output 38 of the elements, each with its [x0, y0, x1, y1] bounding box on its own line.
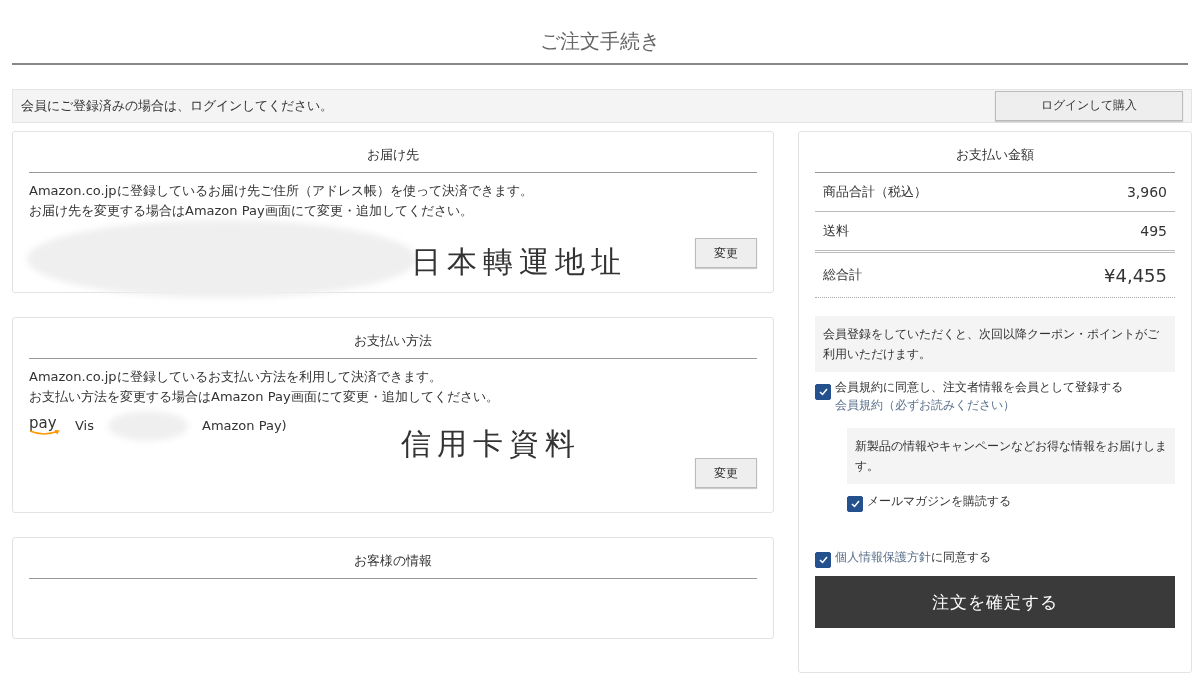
annotation-text: 日本轉運地址 — [411, 243, 627, 281]
login-message: 会員にご登録済みの場合は、ログインしてください。 — [21, 96, 333, 115]
checkbox[interactable] — [847, 496, 863, 512]
description-text: お支払い方法を変更する場合はAmazon Pay画面にて変更・追加してください。 — [29, 388, 500, 406]
summary-value: 495 — [1140, 223, 1167, 239]
description-text: Amazon.co.jpに登録しているお支払い方法を利用して決済できます。 — [29, 368, 443, 386]
card-title: お届け先 — [29, 140, 757, 173]
check-icon — [818, 556, 828, 564]
page-title: ご注文手続き — [539, 28, 661, 55]
login-button[interactable]: ログインして購入 — [995, 90, 1183, 121]
privacy-consent-text: 個人情報保護方針に同意する — [835, 549, 991, 566]
summary-label: 総合計 — [823, 266, 862, 284]
summary-value: ¥4,455 — [1104, 264, 1167, 286]
summary-label: 商品合計（税込） — [823, 183, 927, 201]
summary-label: 送料 — [823, 222, 849, 240]
register-label: 会員規約に同意し、注文者情報を会員として登録する — [835, 379, 1123, 396]
change-button[interactable]: 変更 — [695, 458, 757, 488]
summary-value: 3,960 — [1126, 184, 1167, 200]
amazon-pay-logo: pay — [29, 416, 61, 436]
description-text: Amazon.co.jpに登録しているお届け先ご住所（アドレス帳）を使って決済できます。 — [29, 182, 534, 200]
checkbox[interactable] — [815, 552, 831, 568]
description-text: お届け先を変更する場合はAmazon Pay画面にて変更・追加してください。 — [29, 202, 474, 220]
terms-link[interactable]: 会員規約（必ずお読みください） — [835, 396, 1123, 414]
check-icon — [818, 388, 828, 396]
annotation-text: 信用卡資料 — [401, 425, 581, 463]
newsletter-label: メールマガジンを購読する — [867, 493, 1011, 510]
card-title: お客様の情報 — [29, 546, 757, 579]
check-icon — [850, 500, 860, 508]
confirm-order-button[interactable]: 注文を確定する — [815, 576, 1175, 628]
change-button[interactable]: 変更 — [695, 238, 757, 268]
newsletter-note: 新製品の情報やキャンペーンなどお得な情報をお届けします。 — [847, 428, 1175, 484]
checkbox[interactable] — [815, 384, 831, 400]
privacy-policy-link[interactable]: 個人情報保護方針 — [835, 550, 931, 564]
card-title: お支払い方法 — [29, 326, 757, 359]
member-note: 会員登録をしていただくと、次回以降クーポン・ポイントがご利用いただけます。 — [815, 316, 1175, 372]
card-prefix: Vis — [75, 417, 94, 435]
card-title: お支払い金額 — [815, 140, 1175, 173]
card-suffix: Amazon Pay) — [202, 417, 287, 435]
